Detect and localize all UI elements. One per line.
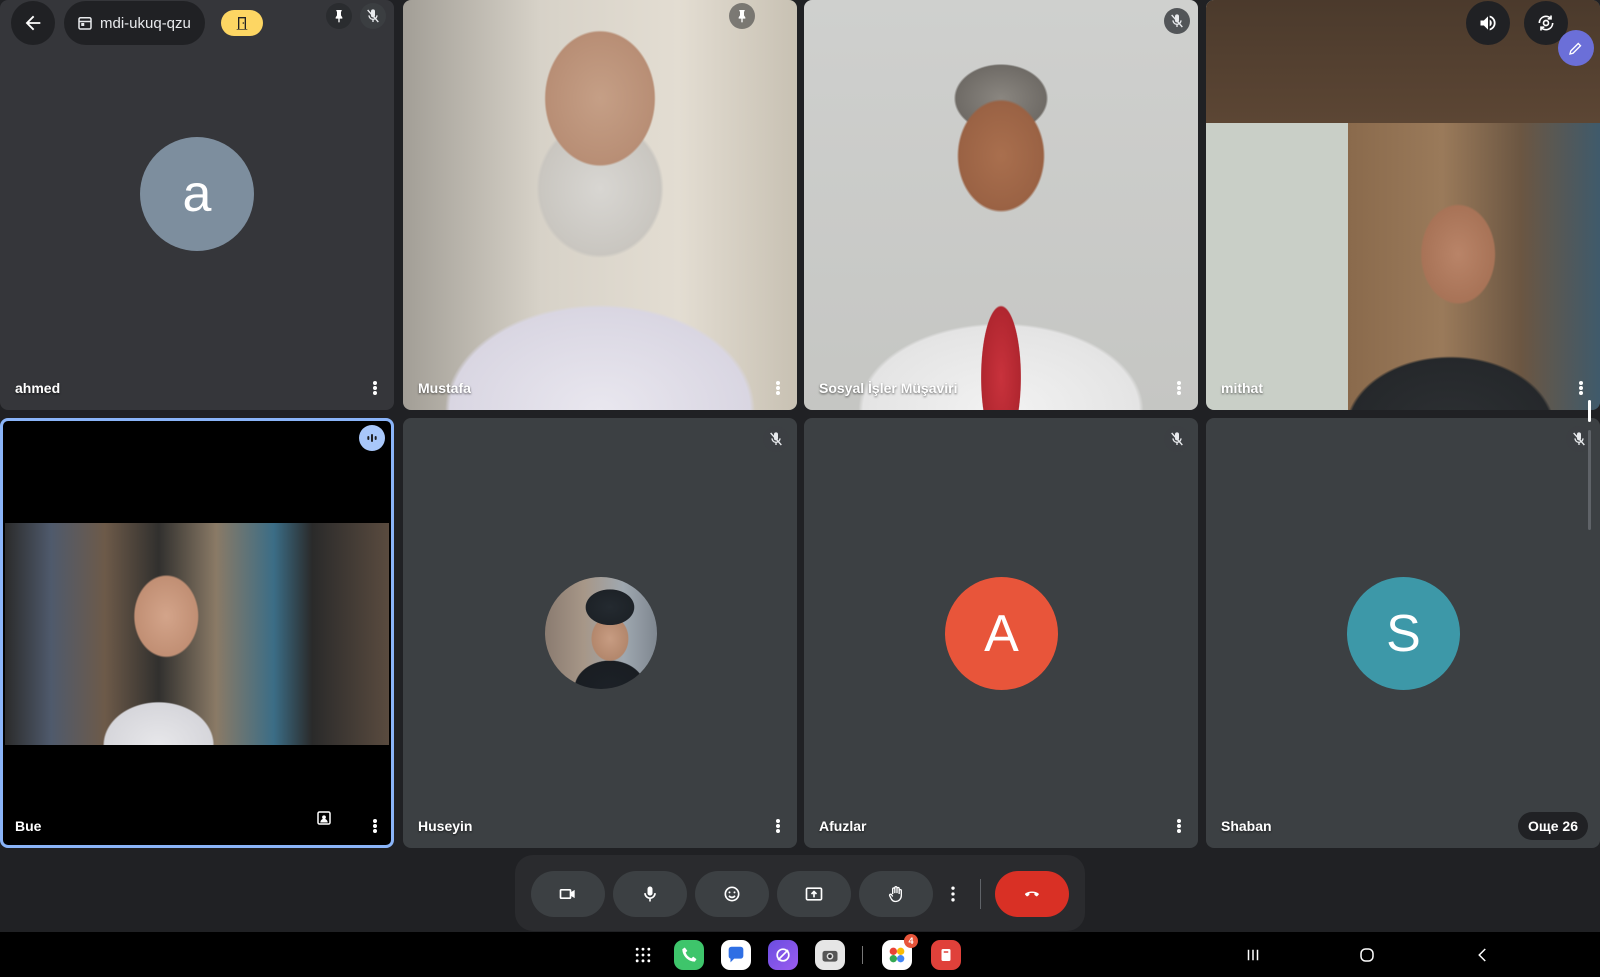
more-controls-button[interactable] <box>938 871 968 917</box>
avatar-letter: S <box>1386 604 1421 663</box>
participant-tile-mithat[interactable]: mithat <box>1206 0 1600 410</box>
camera-toggle-button[interactable] <box>531 871 605 917</box>
camera-icon <box>559 889 575 899</box>
video-feed-sosyal-isler <box>804 0 1198 410</box>
participant-name: Afuzlar <box>819 818 867 834</box>
home-button[interactable] <box>1354 942 1380 968</box>
chevron-left-icon <box>1478 948 1486 962</box>
present-screen-button[interactable] <box>777 871 851 917</box>
muted-mic-icon <box>1164 426 1190 452</box>
participant-tile-bue[interactable]: Bue <box>0 418 394 848</box>
video-feed-mustafa <box>403 0 797 410</box>
back-button[interactable] <box>11 1 55 45</box>
video-feed-bue <box>5 523 389 745</box>
participant-name: Bue <box>15 818 42 834</box>
participant-tile-huseyin[interactable]: Huseyin <box>403 418 797 848</box>
speaking-indicator-icon <box>359 425 385 451</box>
avatar-ahmed: a <box>140 137 254 251</box>
muted-mic-icon <box>763 426 789 452</box>
avatar-letter: A <box>984 604 1019 663</box>
participant-name: ahmed <box>15 380 61 396</box>
emoji-icon <box>724 886 740 902</box>
home-icon <box>1360 948 1374 962</box>
participant-name: Shaban <box>1221 818 1272 834</box>
participant-name: Mustafa <box>418 380 471 396</box>
camera-app-icon[interactable] <box>815 940 845 970</box>
pen-shortcut-icon[interactable] <box>1558 30 1594 66</box>
host-controls-chip[interactable] <box>221 10 263 36</box>
controls-divider <box>980 879 981 909</box>
participant-name: Huseyin <box>418 818 473 834</box>
photos-app-icon[interactable]: 4 <box>882 934 918 970</box>
office-app-icon[interactable] <box>931 940 961 970</box>
end-call-button[interactable] <box>995 871 1069 917</box>
participant-name: mithat <box>1221 380 1263 396</box>
participant-tile-afuzlar[interactable]: A Afuzlar <box>804 418 1198 848</box>
scrollbar[interactable] <box>1588 400 1591 530</box>
muted-mic-icon <box>1164 8 1190 34</box>
participant-tile-mustafa[interactable]: Mustafa <box>403 0 797 410</box>
notification-badge: 4 <box>904 934 918 948</box>
end-call-icon <box>1025 891 1039 897</box>
participant-tile-ahmed[interactable]: a ahmed <box>0 0 394 410</box>
avatar-afuzlar: A <box>945 577 1058 690</box>
more-options-icon[interactable] <box>1176 816 1182 836</box>
more-options-icon[interactable] <box>775 816 781 836</box>
participant-tile-sosyal-isler-musaviri[interactable]: Sosyal İşler Müşaviri <box>804 0 1198 410</box>
pin-icon[interactable] <box>326 3 352 29</box>
framing-icon[interactable] <box>309 803 339 833</box>
participant-name: Sosyal İşler Müşaviri <box>819 380 958 396</box>
messages-app-icon[interactable] <box>721 940 751 970</box>
meeting-info-chip[interactable]: mdi-ukuq-qzu <box>64 1 205 45</box>
more-options-icon[interactable] <box>775 378 781 398</box>
recent-apps-icon <box>1247 949 1259 961</box>
internet-app-icon[interactable] <box>768 940 798 970</box>
video-feed-mithat <box>1206 0 1600 410</box>
recent-apps-button[interactable] <box>1240 942 1266 968</box>
microphone-toggle-button[interactable] <box>613 871 687 917</box>
speaker-volume-icon[interactable] <box>1466 1 1510 45</box>
more-vert-icon <box>951 886 955 902</box>
app-drawer-icon[interactable] <box>628 940 658 970</box>
system-back-button[interactable] <box>1470 942 1496 968</box>
meet-call-screen: a ahmed Mustafa Sosyal İşler Müşaviri mi… <box>0 0 1600 977</box>
avatar-letter: a <box>182 165 212 223</box>
system-taskbar: 4 <box>0 932 1600 977</box>
call-controls-bar <box>515 855 1085 931</box>
phone-app-icon[interactable] <box>674 940 704 970</box>
calendar-icon <box>76 14 94 32</box>
participant-tile-shaban[interactable]: S Shaban Още 26 <box>1206 418 1600 848</box>
reactions-button[interactable] <box>695 871 769 917</box>
raise-hand-icon <box>888 886 902 903</box>
meeting-code: mdi-ukuq-qzu <box>100 14 191 32</box>
more-options-icon[interactable] <box>372 816 378 836</box>
muted-mic-icon <box>360 3 386 29</box>
door-icon <box>234 15 250 31</box>
microphone-icon <box>644 886 656 902</box>
taskbar-divider <box>862 946 863 964</box>
present-screen-icon <box>805 887 823 901</box>
pin-icon[interactable] <box>729 3 755 29</box>
avatar-shaban: S <box>1347 577 1460 690</box>
others-count-chip[interactable]: Още 26 <box>1518 812 1588 840</box>
more-options-icon[interactable] <box>1578 378 1584 398</box>
more-options-icon[interactable] <box>1176 378 1182 398</box>
more-options-icon[interactable] <box>372 378 378 398</box>
avatar-huseyin <box>545 577 657 689</box>
raise-hand-button[interactable] <box>859 871 933 917</box>
